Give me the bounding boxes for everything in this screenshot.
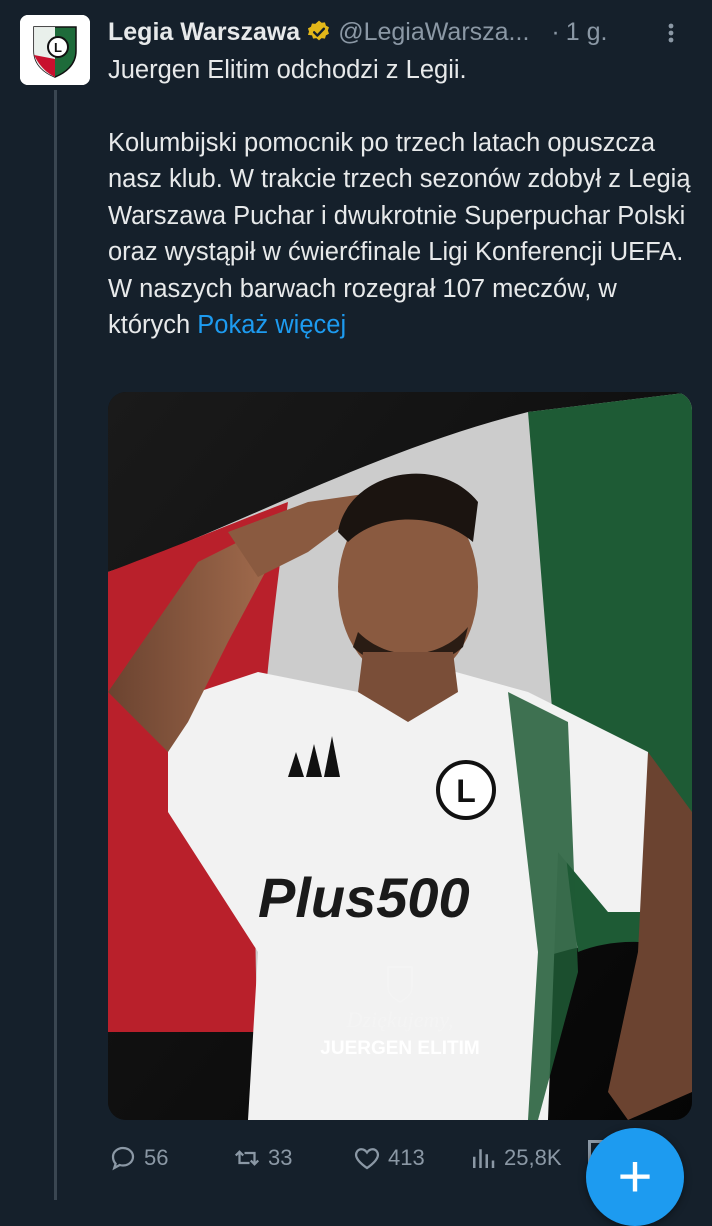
repost-count: 33 [268,1145,293,1170]
reply-button[interactable]: 56 [108,1143,168,1173]
player-name-text: JUERGEN ELITIM [320,1038,479,1059]
verified-badge-icon [308,20,330,41]
thanks-text: Dziękujemy, [346,1007,454,1032]
tweet-body-paragraph: Kolumbijski pomocnik po trzech latach op… [108,125,698,344]
more-vertical-icon[interactable] [658,18,684,48]
compose-button[interactable]: + [586,1128,684,1226]
reply-count: 56 [144,1145,169,1170]
views-chart-icon [473,1149,495,1168]
show-more-link[interactable]: Pokaż więcej [197,311,346,339]
heart-icon [354,1148,380,1170]
author-name[interactable]: Legia Warszawa [108,18,300,47]
tweet-text: Juergen Elitim odchodzi z Legii. Kolumbi… [108,52,698,344]
sponsor-text: Plus500 [258,866,470,929]
views-count: 25,8K [504,1145,562,1170]
plus-icon: + [617,1143,653,1210]
tweet-header: Legia Warszawa @LegiaWarsza... · 1 g. [108,14,692,50]
timestamp[interactable]: 1 g. [566,18,608,47]
repost-icon [234,1150,260,1166]
separator-dot: · [551,17,560,46]
like-button[interactable]: 413 [352,1143,425,1173]
thread-line [54,90,57,1200]
tweet-body: Kolumbijski pomocnik po trzech latach op… [108,128,691,340]
like-count: 413 [388,1145,425,1170]
tweet-headline: Juergen Elitim odchodzi z Legii. [108,56,467,84]
svg-text:L: L [54,40,62,55]
author-handle[interactable]: @LegiaWarsza... [338,18,529,47]
shirt-crest-letter: L [456,773,476,809]
tweet-actions: 56 33 413 25,8K [108,1138,588,1178]
views-button[interactable]: 25,8K [468,1143,562,1173]
legia-crest-icon: L [20,15,90,85]
repost-button[interactable]: 33 [232,1143,292,1173]
player-photo: L Plus500 Dziękujemy, JUERGEN ELITIM [108,392,692,1120]
avatar[interactable]: L [20,15,90,85]
tweet-media-image[interactable]: L Plus500 Dziękujemy, JUERGEN ELITIM [108,392,692,1120]
reply-icon [111,1146,135,1171]
